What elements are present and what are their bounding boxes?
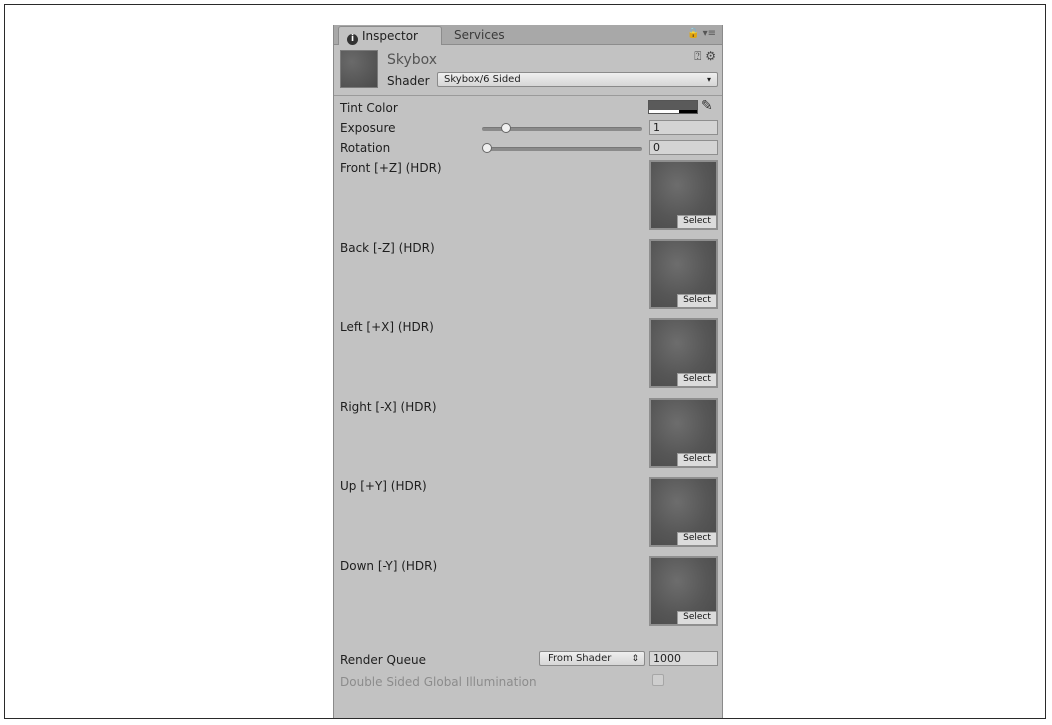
chevron-down-icon: ▾ [706, 75, 711, 84]
rotation-field[interactable]: 0 [649, 140, 718, 155]
tint-color-swatch[interactable] [648, 100, 698, 114]
render-queue-label: Render Queue [340, 653, 426, 667]
tab-inspector[interactable]: i Inspector [338, 26, 442, 45]
alpha-bar-black [679, 110, 697, 113]
tint-color-label: Tint Color [340, 101, 398, 115]
render-queue-field[interactable]: 1000 [649, 651, 718, 666]
texture-label-right: Right [-X] (HDR) [340, 400, 437, 414]
shader-label: Shader [387, 74, 430, 88]
exposure-slider-thumb[interactable] [501, 123, 511, 133]
gear-icon[interactable]: ⚙ [705, 49, 716, 63]
texture-slot-front[interactable]: Select [649, 160, 718, 230]
select-button-front[interactable]: Select [677, 215, 716, 228]
select-button-left[interactable]: Select [677, 373, 716, 386]
select-button-back[interactable]: Select [677, 294, 716, 307]
render-queue-dropdown[interactable]: From Shader ⇕ [539, 651, 645, 666]
texture-label-front: Front [+Z] (HDR) [340, 161, 442, 175]
texture-label-left: Left [+X] (HDR) [340, 320, 434, 334]
texture-label-back: Back [-Z] (HDR) [340, 241, 435, 255]
tab-services[interactable]: Services [446, 26, 538, 45]
shader-dropdown-value: Skybox/6 Sided [444, 74, 521, 85]
material-name: Skybox [387, 52, 438, 68]
alpha-bar-white [649, 110, 679, 113]
eyedropper-icon[interactable]: ✎ [701, 98, 713, 114]
tab-bar: i Inspector Services 🔒 ▾≡ [334, 25, 722, 45]
rotation-label: Rotation [340, 141, 391, 155]
material-header: Skybox ⍰ ⚙ Shader Skybox/6 Sided ▾ [334, 45, 722, 96]
texture-label-up: Up [+Y] (HDR) [340, 479, 427, 493]
render-queue-mode: From Shader [548, 653, 612, 664]
updown-arrow-icon: ⇕ [631, 654, 639, 664]
texture-slot-left[interactable]: Select [649, 318, 718, 388]
texture-slot-back[interactable]: Select [649, 239, 718, 309]
inspector-panel: i Inspector Services 🔒 ▾≡ Skybox ⍰ ⚙ Shad… [333, 25, 723, 718]
exposure-field[interactable]: 1 [649, 120, 718, 135]
texture-slot-right[interactable]: Select [649, 398, 718, 468]
texture-label-down: Down [-Y] (HDR) [340, 559, 438, 573]
material-preview-thumbnail [340, 50, 378, 88]
select-button-right[interactable]: Select [677, 453, 716, 466]
help-settings-icons[interactable]: ⍰ ⚙ [694, 49, 716, 64]
select-button-up[interactable]: Select [677, 532, 716, 545]
double-sided-gi-label: Double Sided Global Illumination [340, 675, 537, 689]
texture-slot-up[interactable]: Select [649, 477, 718, 547]
rotation-slider-thumb[interactable] [482, 143, 492, 153]
lock-menu-icon[interactable]: 🔒 ▾≡ [687, 28, 716, 39]
info-icon: i [347, 34, 358, 45]
shader-dropdown[interactable]: Skybox/6 Sided ▾ [437, 72, 718, 87]
rotation-slider-track[interactable] [486, 147, 642, 151]
select-button-down[interactable]: Select [677, 611, 716, 624]
tab-inspector-label: Inspector [362, 29, 418, 43]
exposure-label: Exposure [340, 121, 396, 135]
help-icon[interactable]: ⍰ [694, 49, 701, 63]
texture-slot-down[interactable]: Select [649, 556, 718, 626]
double-sided-gi-checkbox[interactable] [652, 674, 664, 686]
tab-services-label: Services [454, 28, 505, 42]
